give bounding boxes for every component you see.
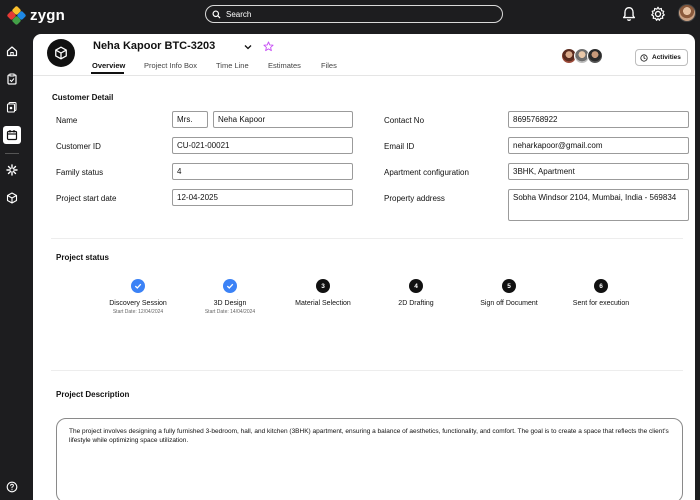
- active-tab-indicator: [91, 72, 124, 74]
- sparkle-icon: [6, 164, 18, 176]
- chevron-down-icon[interactable]: [243, 42, 253, 52]
- customer-detail-title: Customer Detail: [52, 93, 114, 102]
- help-icon: [6, 481, 18, 493]
- email-field[interactable]: neharkapoor@gmail.com: [508, 137, 689, 154]
- check-icon: [131, 279, 145, 293]
- section-divider: [51, 370, 683, 371]
- project-description-textarea[interactable]: The project involves designing a fully f…: [56, 418, 683, 500]
- project-start-date-field[interactable]: 12-04-2025: [172, 189, 353, 206]
- rail-clipboard[interactable]: [3, 70, 21, 88]
- clock-icon: [640, 53, 648, 62]
- home-icon: [6, 46, 18, 57]
- project-header: Neha Kapoor BTC-3203 Overview Project In…: [33, 34, 695, 76]
- salutation-field[interactable]: Mrs.: [172, 111, 208, 128]
- step-label: 3D Design: [213, 300, 247, 307]
- gear-icon[interactable]: [649, 5, 667, 23]
- step-number: 4: [409, 279, 423, 293]
- email-label: Email ID: [384, 142, 415, 151]
- rail-files[interactable]: [3, 98, 21, 116]
- family-status-label: Family status: [56, 168, 104, 177]
- rail-sparkle[interactable]: [3, 161, 21, 179]
- rail-cube[interactable]: [3, 189, 21, 207]
- property-address-label: Property address: [384, 194, 445, 203]
- project-title: Neha Kapoor BTC-3203: [93, 40, 216, 52]
- section-divider: [51, 238, 683, 239]
- tab-files[interactable]: Files: [321, 61, 337, 70]
- family-status-field[interactable]: 4: [172, 163, 353, 180]
- tab-overview[interactable]: Overview: [92, 61, 125, 70]
- property-address-field[interactable]: Sobha Windsor 2104, Mumbai, India - 5698…: [508, 189, 689, 221]
- search-placeholder: Search: [226, 9, 252, 19]
- name-label: Name: [56, 116, 78, 125]
- step-label: Sign off Document: [480, 300, 538, 307]
- step-number: 3: [316, 279, 330, 293]
- step-material-selection[interactable]: 3 Material Selection: [273, 279, 373, 307]
- activities-button[interactable]: Activities: [635, 49, 688, 66]
- cube-icon: [6, 192, 18, 204]
- step-sent-for-execution[interactable]: 6 Sent for execution: [551, 279, 651, 307]
- apartment-configuration-field[interactable]: 3BHK, Apartment: [508, 163, 689, 180]
- step-discovery-session[interactable]: Discovery Session Start Date: 12/04/2024: [88, 279, 188, 315]
- project-start-date-label: Project start date: [56, 194, 117, 203]
- search-icon: [212, 9, 221, 19]
- project-card: Neha Kapoor BTC-3203 Overview Project In…: [33, 34, 695, 500]
- step-number: 6: [594, 279, 608, 293]
- tab-time-line[interactable]: Time Line: [216, 61, 249, 70]
- apartment-configuration-label: Apartment configuration: [384, 168, 469, 177]
- customer-id-field[interactable]: CU-021-00021: [172, 137, 353, 154]
- step-label: Sent for execution: [572, 300, 630, 307]
- bell-icon[interactable]: [620, 5, 638, 23]
- top-bar: zygn Search: [0, 0, 700, 30]
- tab-project-info-box[interactable]: Project Info Box: [144, 61, 197, 70]
- user-avatar[interactable]: [678, 4, 696, 22]
- step-label: 2D Drafting: [398, 300, 434, 307]
- contact-field[interactable]: 8695768922: [508, 111, 689, 128]
- team-avatars[interactable]: [561, 48, 607, 64]
- tab-estimates[interactable]: Estimates: [268, 61, 301, 70]
- rail-help[interactable]: [3, 478, 21, 496]
- app-logo[interactable]: zygn: [6, 5, 65, 26]
- project-description-title: Project Description: [56, 390, 130, 399]
- zygn-logo-icon: [6, 5, 27, 26]
- activities-label: Activities: [652, 54, 681, 61]
- clipboard-icon: [7, 73, 17, 85]
- step-sign-off-document[interactable]: 5 Sign off Document: [459, 279, 559, 307]
- avatar[interactable]: [587, 48, 603, 64]
- project-avatar: [47, 39, 75, 67]
- step-start-date: Start Date: 14/04/2024: [204, 309, 256, 315]
- step-label: Discovery Session: [109, 300, 167, 307]
- step-3d-design[interactable]: 3D Design Start Date: 14/04/2024: [180, 279, 280, 315]
- search-input[interactable]: Search: [205, 5, 503, 23]
- rail-calendar[interactable]: [3, 126, 21, 144]
- contact-label: Contact No: [384, 116, 425, 125]
- cube-icon: [55, 46, 67, 60]
- check-icon: [223, 279, 237, 293]
- customer-id-label: Customer ID: [56, 142, 101, 151]
- star-icon[interactable]: [263, 41, 274, 52]
- rail-divider: [5, 153, 19, 154]
- calendar-icon: [6, 130, 18, 141]
- files-icon: [6, 101, 17, 113]
- left-sidebar: [0, 30, 24, 500]
- rail-home[interactable]: [3, 42, 21, 60]
- step-start-date: Start Date: 12/04/2024: [112, 309, 164, 315]
- app-name: zygn: [30, 7, 65, 24]
- step-2d-drafting[interactable]: 4 2D Drafting: [366, 279, 466, 307]
- project-status-title: Project status: [56, 253, 109, 262]
- name-field[interactable]: Neha Kapoor: [213, 111, 353, 128]
- step-number: 5: [502, 279, 516, 293]
- overview-panel: Customer Detail Name Mrs. Neha Kapoor Cu…: [33, 76, 695, 500]
- step-label: Material Selection: [295, 300, 351, 307]
